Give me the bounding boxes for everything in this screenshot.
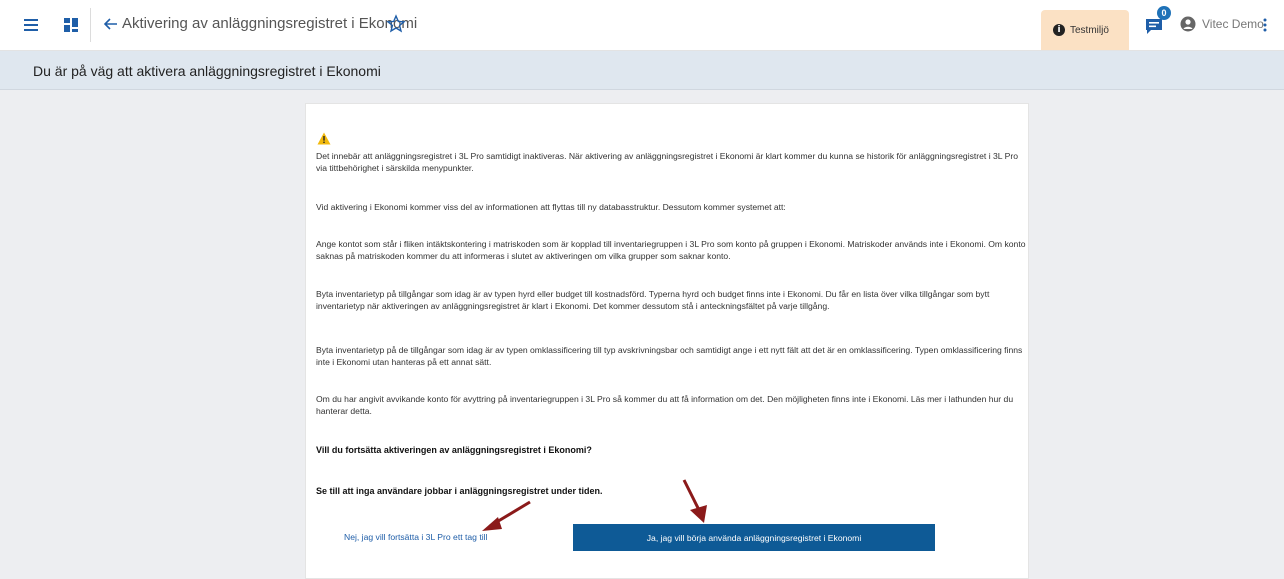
info-paragraph-6: Om du har angivit avvikande konto för av…: [316, 394, 1014, 416]
info-paragraph-4: Byta inventarietyp på tillgångar som ida…: [316, 289, 990, 311]
star-icon[interactable]: [386, 14, 406, 34]
info-paragraph-3: Ange kontot som står i fliken intäktskon…: [316, 239, 1026, 261]
info-paragraph-1: Det innebär att anläggningsregistret i 3…: [316, 151, 1019, 173]
notification-badge: 0: [1157, 6, 1171, 20]
users-notice: Se till att inga användare jobbar i anlä…: [316, 486, 603, 496]
back-arrow-icon[interactable]: [102, 15, 120, 33]
activation-card: Det innebär att anläggningsregistret i 3…: [305, 103, 1029, 579]
page-title: Aktivering av anläggningsregistret i Eko…: [122, 15, 418, 32]
info-paragraph-5: Byta inventarietyp på de tillgångar som …: [316, 345, 1023, 367]
annotation-arrow-left: [482, 500, 531, 531]
continue-question: Vill du fortsätta aktiveringen av anlägg…: [316, 445, 592, 455]
user-name[interactable]: Vitec Demo: [1202, 17, 1264, 31]
info-paragraph-2: Vid aktivering i Ekonomi kommer viss del…: [316, 202, 786, 212]
user-icon[interactable]: [1180, 16, 1196, 32]
menu-icon[interactable]: [22, 17, 40, 33]
subheader-text: Du är på väg att aktivera anläggningsreg…: [33, 63, 381, 79]
info-icon: i: [1053, 24, 1065, 36]
environment-badge: i Testmiljö: [1041, 10, 1129, 50]
more-vert-icon[interactable]: [1262, 17, 1268, 33]
activate-ekonomi-button[interactable]: Ja, jag vill börja använda anläggningsre…: [573, 524, 935, 551]
continue-3lpro-link[interactable]: Nej, jag vill fortsätta i 3L Pro ett tag…: [344, 532, 487, 542]
top-bar: Aktivering av anläggningsregistret i Eko…: [0, 0, 1284, 51]
annotation-arrow-down: [682, 479, 707, 523]
environment-label: Testmiljö: [1070, 24, 1109, 36]
apps-icon[interactable]: [63, 17, 79, 33]
page-subheader: Du är på väg att aktivera anläggningsreg…: [0, 51, 1284, 90]
warning-icon: [317, 132, 331, 145]
topbar-divider: [90, 8, 91, 42]
